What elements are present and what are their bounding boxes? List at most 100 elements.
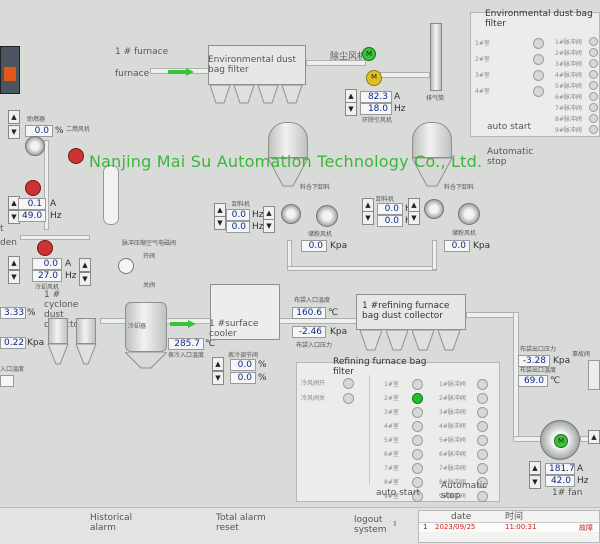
left-secondary-motor-icon[interactable] xyxy=(68,148,84,164)
surface-v1-down-button[interactable]: ▼ xyxy=(212,371,224,385)
refining-room-3-indicator[interactable] xyxy=(412,407,423,418)
flow-arrow-icon xyxy=(170,320,196,328)
total-alarm-reset-button[interactable]: Total alarm reset xyxy=(216,513,272,533)
silo-2-up2-button[interactable]: ▲ xyxy=(408,198,420,212)
env-fan-motor-icon[interactable]: M xyxy=(366,70,382,86)
cyclone-1 xyxy=(48,318,68,344)
refining-inlet-temp: 160.6 xyxy=(292,307,326,319)
env-valve-2-indicator[interactable] xyxy=(589,48,598,57)
refining-room-column: 1#室 2#室 3#室 4#室 5#室 6#室 7#室 8#室 9#室 xyxy=(369,375,429,502)
historical-alarm-button[interactable]: Historical alarm xyxy=(90,513,140,533)
env-motor-status-icon[interactable]: M xyxy=(362,47,376,61)
pulse-valve-icon[interactable] xyxy=(118,258,134,274)
left-fan-current: 0.1 xyxy=(18,198,46,210)
silo-2-valve-icon[interactable] xyxy=(424,199,444,219)
env-valve-5-indicator[interactable] xyxy=(589,81,598,90)
refining-room-2-indicator[interactable] xyxy=(412,393,423,404)
cold-air-damper[interactable] xyxy=(103,165,119,225)
pulse-air-open[interactable]: 开阀 xyxy=(143,252,155,262)
main-fan-current-down-button[interactable]: ▼ xyxy=(529,475,541,489)
outlet-temp-unit: ℃ xyxy=(550,376,561,386)
env-current-down-button[interactable]: ▼ xyxy=(345,102,357,116)
refining-valve-column: 1#脉冲阀 2#脉冲阀 3#脉冲阀 4#脉冲阀 5#脉冲阀 6#脉冲阀 7#脉冲… xyxy=(433,375,499,502)
left-mid-up-button[interactable]: ▲ xyxy=(8,256,20,270)
silo-2-down2-button[interactable]: ▼ xyxy=(408,211,420,225)
silo-1-down-button[interactable]: ▼ xyxy=(214,216,226,230)
refining-room-1-indicator[interactable] xyxy=(412,379,423,390)
env-room-2-indicator[interactable] xyxy=(533,54,544,65)
refining-room-4-indicator[interactable] xyxy=(412,421,423,432)
refining-auto-stop-button[interactable]: Automatic stop xyxy=(441,481,491,501)
left-blower-down-button[interactable]: ▼ xyxy=(8,125,20,139)
surface-v1-up-button[interactable]: ▲ xyxy=(212,357,224,371)
refining-room-6-indicator[interactable] xyxy=(412,449,423,460)
refining-valve-4-indicator[interactable] xyxy=(477,421,488,432)
refining-valve-2-indicator[interactable] xyxy=(477,393,488,404)
env-auto-start-button[interactable]: auto start xyxy=(487,122,531,132)
left-bottom-pct-unit: % xyxy=(27,308,36,318)
bypass-valve[interactable] xyxy=(588,360,600,390)
env-valve-1-indicator[interactable] xyxy=(589,37,598,46)
refining-room-7-indicator[interactable] xyxy=(412,463,423,474)
refining-valve-6-indicator[interactable] xyxy=(477,449,488,460)
left-mid-down-button[interactable]: ▼ xyxy=(8,270,20,284)
env-room-3-indicator[interactable] xyxy=(533,70,544,81)
refining-cold-close-indicator[interactable] xyxy=(343,393,354,404)
refining-room-6: 6#室 xyxy=(384,451,399,458)
main-fan-current-up-button[interactable]: ▲ xyxy=(529,461,541,475)
left-mid-down2-button[interactable]: ▼ xyxy=(79,272,91,286)
refining-room-5-indicator[interactable] xyxy=(412,435,423,446)
alarm-row[interactable]: 1 2023/09/25 11:00:31 故障 xyxy=(419,522,599,532)
silo-2-down-button[interactable]: ▼ xyxy=(362,211,374,225)
left-blower-label: 助燃器 xyxy=(27,116,46,123)
env-valve-3-indicator[interactable] xyxy=(589,59,598,68)
refining-room-8-indicator[interactable] xyxy=(412,477,423,488)
surface-v1-unit: % xyxy=(258,360,267,370)
refining-cold-open-indicator[interactable] xyxy=(343,378,354,389)
env-valve-8-indicator[interactable] xyxy=(589,114,598,123)
main-fan-motor-icon[interactable]: M xyxy=(554,434,568,448)
silo-2-fan-icon[interactable] xyxy=(458,203,480,225)
silo-1-up2-button[interactable]: ▲ xyxy=(263,206,275,220)
refining-valve-1-indicator[interactable] xyxy=(477,379,488,390)
env-valve-4-indicator[interactable] xyxy=(589,70,598,79)
left-blower-up-button[interactable]: ▲ xyxy=(8,110,20,124)
refining-inlet-unit: ℃ xyxy=(328,308,339,318)
env-valve-column: 1#脉冲阀 2#脉冲阀 3#脉冲阀 4#脉冲阀 5#脉冲阀 6#脉冲阀 7#脉冲… xyxy=(555,35,600,135)
silo-1-down2-button[interactable]: ▼ xyxy=(263,219,275,233)
env-valve-5: 5#脉冲阀 xyxy=(555,83,582,90)
env-valve-7-indicator[interactable] xyxy=(589,103,598,112)
env-valve-9-indicator[interactable] xyxy=(589,125,598,134)
refining-valve-3-indicator[interactable] xyxy=(477,407,488,418)
refining-valve-5-indicator[interactable] xyxy=(477,435,488,446)
env-valve-6-indicator[interactable] xyxy=(589,92,598,101)
refining-valve-2: 2#脉冲阀 xyxy=(439,395,466,402)
refining-valve-7-indicator[interactable] xyxy=(477,463,488,474)
env-auto-stop-button[interactable]: Automatic stop xyxy=(487,147,537,167)
left-blower-fan-icon[interactable] xyxy=(25,136,45,156)
left-bottom-temp-box xyxy=(0,375,14,387)
left-fan-motor-icon[interactable] xyxy=(25,180,41,196)
env-room-1-indicator[interactable] xyxy=(533,38,544,49)
refining-inlet-label: 布袋入口温度 xyxy=(294,297,331,304)
refining-valve-3: 3#脉冲阀 xyxy=(439,409,466,416)
alarm-time-header: 时间 xyxy=(505,512,524,522)
silo-2-up-button[interactable]: ▲ xyxy=(362,198,374,212)
env-current-up-button[interactable]: ▲ xyxy=(345,89,357,103)
silo-1-v2: 0.0 xyxy=(226,221,250,233)
refining-valve-5: 5#脉冲阀 xyxy=(439,437,466,444)
outlet-temp: 69.0 xyxy=(518,375,548,387)
refining-filter-hoppers xyxy=(359,330,461,351)
main-fan-side-button[interactable]: ▲ xyxy=(588,430,600,444)
logout-button[interactable]: logout system xyxy=(354,515,390,535)
silo-1-fan-icon[interactable] xyxy=(316,205,338,227)
left-mid-up2-button[interactable]: ▲ xyxy=(79,258,91,272)
refining-auto-start-button[interactable]: auto start xyxy=(376,488,420,498)
env-room-2: 2#室 xyxy=(475,56,490,63)
silo-1-valve-icon[interactable] xyxy=(281,204,301,224)
silo-1-up-button[interactable]: ▲ xyxy=(214,203,226,217)
env-room-4-indicator[interactable] xyxy=(533,86,544,97)
pulse-air-close[interactable]: 关阀 xyxy=(143,281,155,291)
env-valve-6: 6#脉冲阀 xyxy=(555,94,582,101)
left-mid-motor-icon[interactable] xyxy=(37,240,53,256)
